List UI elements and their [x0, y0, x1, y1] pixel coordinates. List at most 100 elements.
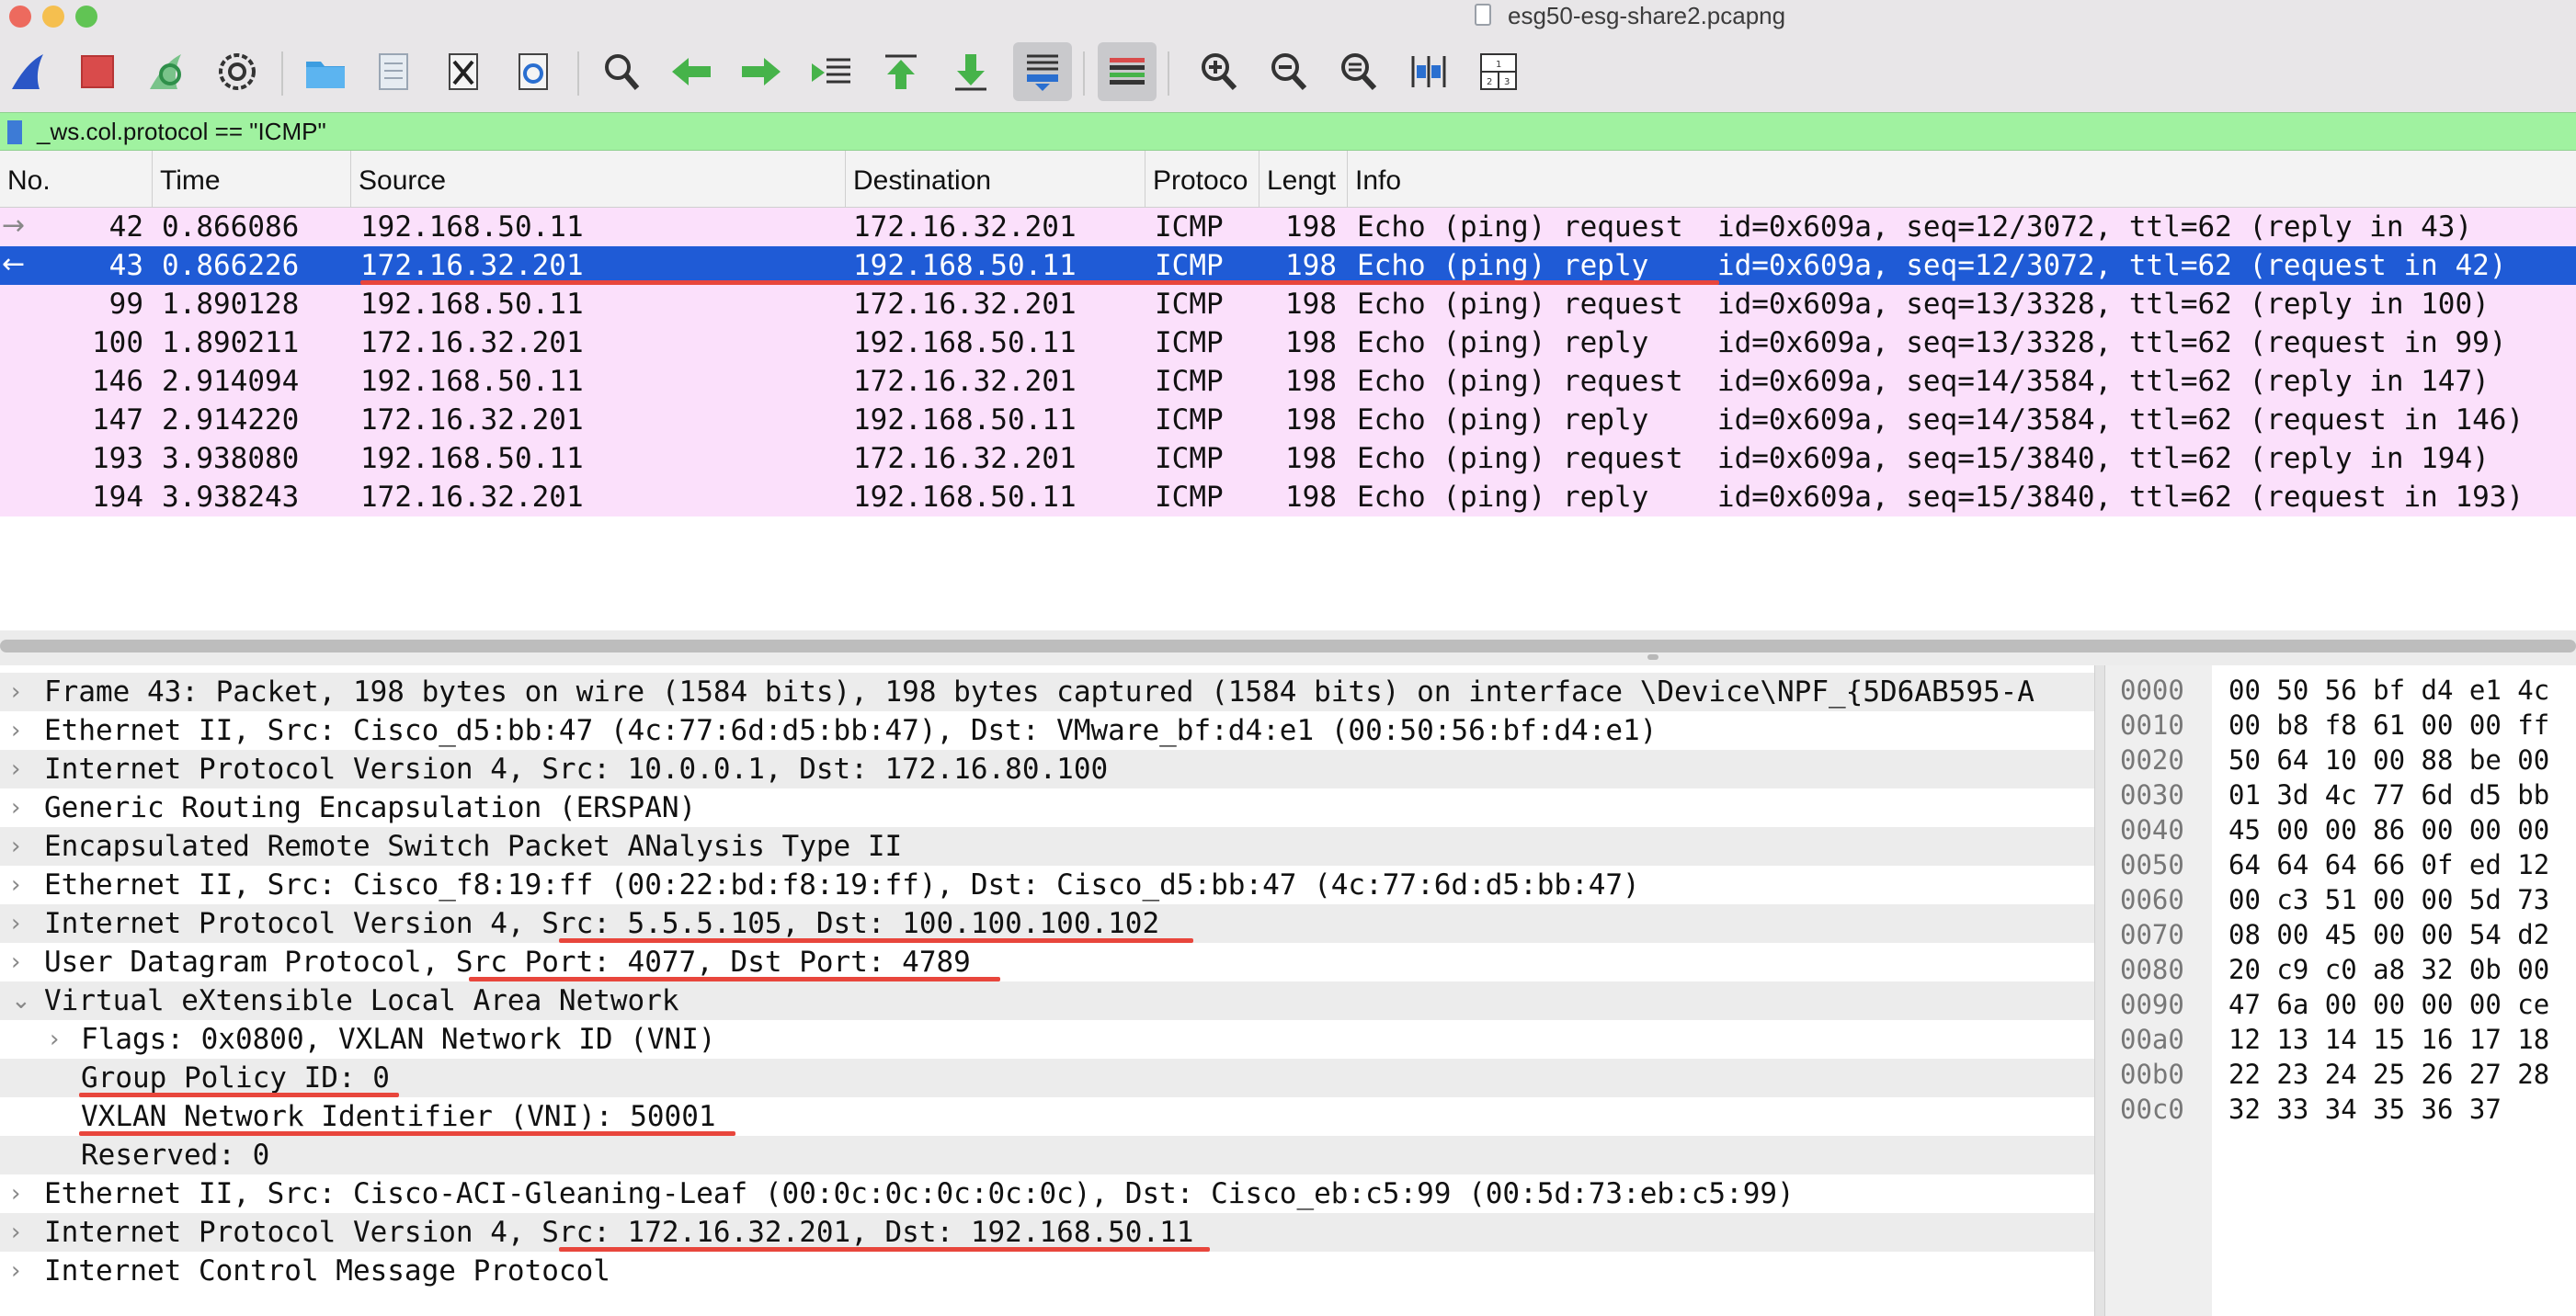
reload-file-button[interactable] [504, 42, 563, 101]
hex-offset: 00b0 [2120, 1059, 2184, 1090]
chevron-right-icon[interactable]: › [11, 866, 20, 904]
detail-row-ethernet-inner[interactable]: › Ethernet II, Src: Cisco_f8:19:ff (00:2… [0, 866, 2094, 904]
packet-info: Echo (ping) request id=0x609a, seq=13/33… [1357, 288, 2490, 321]
packet-row-selected[interactable]: ← 43 0.866226 172.16.32.201 192.168.50.1… [0, 246, 2576, 285]
layout-button[interactable]: 12 3 [1469, 42, 1528, 101]
toolbar-separator [1083, 51, 1085, 96]
column-header-destination[interactable]: Destination [846, 151, 1146, 208]
zoom-in-button[interactable] [1190, 42, 1248, 101]
detail-row-vni[interactable]: VXLAN Network Identifier (VNI): 50001 [0, 1097, 2094, 1136]
detail-row-erspan[interactable]: › Encapsulated Remote Switch Packet ANal… [0, 827, 2094, 866]
hex-row[interactable]: 00b0 22 23 24 25 26 27 28 [2105, 1057, 2576, 1092]
restart-capture-button[interactable] [138, 42, 197, 101]
hex-row[interactable]: 0050 64 64 64 66 0f ed 12 [2105, 847, 2576, 882]
detail-row-group-policy[interactable]: Group Policy ID: 0 [0, 1059, 2094, 1097]
detail-row-ethernet-aci[interactable]: › Ethernet II, Src: Cisco-ACI-Gleaning-L… [0, 1174, 2094, 1213]
hex-row[interactable]: 0010 00 b8 f8 61 00 00 ff [2105, 708, 2576, 743]
detail-row-reserved[interactable]: Reserved: 0 [0, 1136, 2094, 1174]
hex-row[interactable]: 0090 47 6a 00 00 00 00 ce [2105, 987, 2576, 1022]
column-header-protocol[interactable]: Protoco [1146, 151, 1260, 208]
chevron-right-icon[interactable]: › [11, 1213, 20, 1252]
detail-row-ipv4-inner[interactable]: › Internet Protocol Version 4, Src: 172.… [0, 1213, 2094, 1252]
detail-row-ipv4-outer[interactable]: › Internet Protocol Version 4, Src: 5.5.… [0, 904, 2094, 943]
capture-options-button[interactable] [208, 42, 267, 101]
detail-row-ethernet[interactable]: › Ethernet II, Src: Cisco_d5:bb:47 (4c:7… [0, 711, 2094, 750]
find-packet-button[interactable] [592, 42, 651, 101]
detail-row-vxlan[interactable]: ⌄ Virtual eXtensible Local Area Network [0, 981, 2094, 1020]
autoscroll-button[interactable] [1013, 42, 1072, 101]
packet-list-header: No. Time Source Destination Protoco Leng… [0, 151, 2576, 208]
detail-row-gre[interactable]: › Generic Routing Encapsulation (ERSPAN) [0, 788, 2094, 827]
hex-row[interactable]: 0040 45 00 00 86 00 00 00 [2105, 812, 2576, 847]
forward-arrow-icon [742, 58, 781, 85]
zoom-out-button[interactable] [1260, 42, 1318, 101]
svg-text:2: 2 [1487, 77, 1492, 87]
zoom-window-button[interactable] [75, 6, 97, 28]
detail-text: Internet Protocol Version 4, Src: 5.5.5.… [44, 907, 1160, 940]
packet-destination: 192.168.50.11 [853, 249, 1077, 282]
chevron-right-icon[interactable]: › [11, 750, 20, 788]
detail-row-icmp[interactable]: › Internet Control Message Protocol [0, 1252, 2094, 1290]
packet-row[interactable]: 99 1.890128 192.168.50.11 172.16.32.201 … [0, 285, 2576, 323]
hex-row[interactable]: 0030 01 3d 4c 77 6d d5 bb [2105, 777, 2576, 812]
packet-row[interactable]: 100 1.890211 172.16.32.201 192.168.50.11… [0, 323, 2576, 362]
detail-row-ipv4[interactable]: › Internet Protocol Version 4, Src: 10.0… [0, 750, 2094, 788]
hex-row[interactable]: 00c0 32 33 34 35 36 37 [2105, 1092, 2576, 1127]
hex-row[interactable]: 0000 00 50 56 bf d4 e1 4c [2105, 673, 2576, 708]
reload-icon [519, 53, 548, 90]
chevron-right-icon[interactable]: › [11, 788, 20, 827]
minimize-window-button[interactable] [42, 6, 64, 28]
go-forward-button[interactable] [732, 42, 791, 101]
start-capture-button[interactable] [0, 42, 59, 101]
column-header-no[interactable]: No. [0, 151, 153, 208]
hex-row[interactable]: 0020 50 64 10 00 88 be 00 [2105, 743, 2576, 777]
column-header-length[interactable]: Lengt [1260, 151, 1348, 208]
close-file-button[interactable] [434, 42, 493, 101]
detail-row-udp[interactable]: › User Datagram Protocol, Src Port: 4077… [0, 943, 2094, 981]
stop-capture-button[interactable] [68, 42, 127, 101]
hex-row[interactable]: 0080 20 c9 c0 a8 32 0b 00 [2105, 952, 2576, 987]
go-to-packet-button[interactable] [802, 42, 861, 101]
chevron-right-icon[interactable]: › [11, 904, 20, 943]
go-back-button[interactable] [662, 42, 721, 101]
display-filter-input[interactable]: _ws.col.protocol == "ICMP" [37, 118, 326, 146]
horizontal-scrollbar[interactable] [0, 640, 2576, 652]
hex-row[interactable]: 0060 00 c3 51 00 00 5d 73 [2105, 882, 2576, 917]
colorize-button[interactable] [1098, 42, 1157, 101]
hex-bytes: 00 c3 51 00 00 5d 73 [2228, 884, 2550, 915]
hex-row[interactable]: 0070 08 00 45 00 00 54 d2 [2105, 917, 2576, 952]
normal-size-button[interactable] [1329, 42, 1388, 101]
chevron-right-icon[interactable]: › [11, 1252, 20, 1290]
bookmark-icon[interactable] [7, 120, 22, 144]
last-packet-button[interactable] [941, 42, 1000, 101]
packet-row[interactable]: 194 3.938243 172.16.32.201 192.168.50.11… [0, 478, 2576, 516]
splitter-handle[interactable] [1647, 654, 1658, 660]
column-header-source[interactable]: Source [351, 151, 846, 208]
detail-row-frame[interactable]: › Frame 43: Packet, 198 bytes on wire (1… [0, 673, 2094, 711]
hex-offset: 0040 [2120, 814, 2184, 845]
column-header-info[interactable]: Info [1348, 151, 2576, 208]
chevron-down-icon[interactable]: ⌄ [11, 981, 31, 1020]
pane-splitter[interactable] [0, 630, 2576, 665]
chevron-right-icon[interactable]: › [50, 1020, 59, 1059]
chevron-right-icon[interactable]: › [11, 1174, 20, 1213]
open-file-button[interactable] [296, 42, 355, 101]
detail-row-vxlan-flags[interactable]: › Flags: 0x0800, VXLAN Network ID (VNI) [0, 1020, 2094, 1059]
hex-row[interactable]: 00a0 12 13 14 15 16 17 18 [2105, 1022, 2576, 1057]
vertical-pane-splitter[interactable] [2094, 665, 2105, 1316]
chevron-right-icon[interactable]: › [11, 827, 20, 866]
packet-row[interactable]: → 42 0.866086 192.168.50.11 172.16.32.20… [0, 208, 2576, 246]
column-header-time[interactable]: Time [153, 151, 351, 208]
first-packet-button[interactable] [872, 42, 930, 101]
file-button[interactable] [364, 42, 423, 101]
packet-no: 147 [92, 403, 143, 437]
packet-row[interactable]: 193 3.938080 192.168.50.11 172.16.32.201… [0, 439, 2576, 478]
packet-row[interactable]: 147 2.914220 172.16.32.201 192.168.50.11… [0, 401, 2576, 439]
hex-bytes: 64 64 64 66 0f ed 12 [2228, 849, 2550, 880]
chevron-right-icon[interactable]: › [11, 943, 20, 981]
chevron-right-icon[interactable]: › [11, 711, 20, 750]
resize-columns-button[interactable] [1399, 42, 1458, 101]
chevron-right-icon[interactable]: › [11, 673, 20, 711]
packet-row[interactable]: 146 2.914094 192.168.50.11 172.16.32.201… [0, 362, 2576, 401]
close-window-button[interactable] [9, 6, 31, 28]
